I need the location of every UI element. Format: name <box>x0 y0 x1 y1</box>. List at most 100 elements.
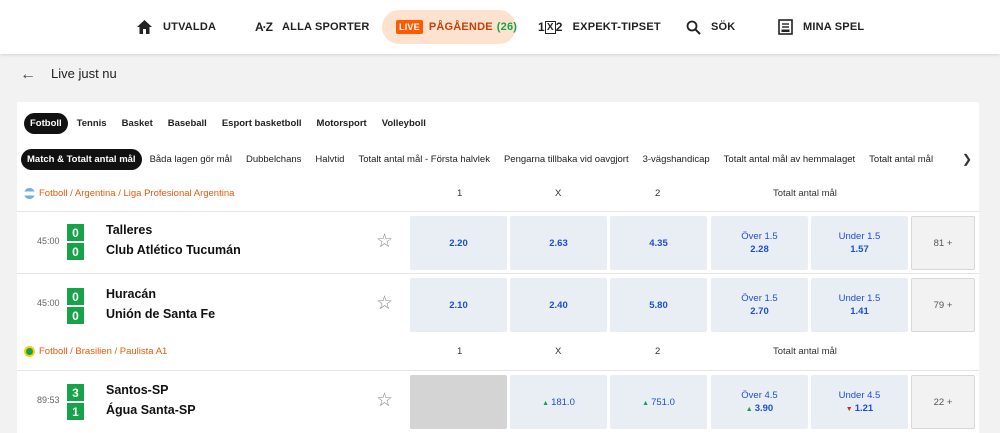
odds-over-button[interactable]: Över 1.5 2.28 <box>711 216 808 270</box>
odds-value: 2.40 <box>549 299 568 311</box>
trend-down-icon: ▼ <box>845 406 853 413</box>
sport-tabs: Fotboll Tennis Basket Baseball Esport ba… <box>24 112 435 134</box>
live-events-card: Fotboll Tennis Basket Baseball Esport ba… <box>17 102 979 433</box>
home-team[interactable]: Huracán <box>106 287 156 301</box>
odds-value: 2.63 <box>549 237 568 249</box>
market-tabs: Match & Totalt antal mål Båda lagen gör … <box>21 148 979 170</box>
betslip-icon <box>778 19 793 35</box>
away-team[interactable]: Unión de Santa Fe <box>106 307 215 321</box>
home-score: 0 <box>67 288 84 305</box>
home-team[interactable]: Talleres <box>106 223 152 237</box>
match-row[interactable]: 45:00 0 0 Huracán Unión de Santa Fe ☆ 2.… <box>17 273 979 335</box>
odds-away-button[interactable]: ▲ 751.0 <box>610 375 707 429</box>
chevron-right-icon[interactable]: ❯ <box>962 152 972 166</box>
odds-over-button[interactable]: Över 1.5 2.70 <box>711 278 808 332</box>
home-team[interactable]: Santos-SP <box>106 383 169 397</box>
nav-utvalda[interactable]: UTVALDA <box>136 10 216 44</box>
odds-value: 2.10 <box>449 299 468 311</box>
match-time: 89:53 <box>37 395 60 405</box>
argentina-flag-icon <box>24 188 35 199</box>
column-header-x: X <box>555 346 562 357</box>
column-header-x: X <box>555 188 562 199</box>
odds-value: 1.41 <box>850 306 869 317</box>
sport-tab-esport-basketboll[interactable]: Esport basketboll <box>216 113 308 134</box>
nav-mina-spel-label: MINA SPEL <box>803 21 865 33</box>
market-tab-bada-lagen[interactable]: Båda lagen gör mål <box>144 149 238 170</box>
page-title: Live just nu <box>51 66 117 81</box>
match-row[interactable]: 89:53 3 1 Santos-SP Água Santa-SP ☆ ▲ 181… <box>17 370 979 432</box>
more-markets-button[interactable]: 22 + <box>911 375 975 429</box>
market-tab-totalt-forsta-halvlek[interactable]: Totalt antal mål - Första halvlek <box>352 149 495 170</box>
market-tab-halvtid[interactable]: Halvtid <box>309 149 350 170</box>
away-team[interactable]: Água Santa-SP <box>106 403 196 417</box>
odds-home-button[interactable]: 2.10 <box>410 278 507 332</box>
odds-home-button-suspended <box>410 375 507 429</box>
more-markets-button[interactable]: 79 + <box>911 278 975 332</box>
favorite-star-icon[interactable]: ☆ <box>376 232 393 251</box>
nav-expekt-tipset-label: EXPEKT-TIPSET <box>572 21 661 33</box>
sport-tab-fotboll[interactable]: Fotboll <box>24 112 68 134</box>
odds-line: Under 1.5 <box>838 231 881 242</box>
odds-draw-button[interactable]: 2.63 <box>510 216 607 270</box>
search-icon <box>686 20 701 35</box>
market-tab-dubbelchans[interactable]: Dubbelchans <box>240 149 307 170</box>
league-header: Fotboll / Brasilien / Paulista A1 1 X 2 … <box>17 341 979 363</box>
sport-tab-basket[interactable]: Basket <box>116 113 159 134</box>
away-score: 0 <box>67 243 84 260</box>
favorite-star-icon[interactable]: ☆ <box>376 391 393 410</box>
odds-away-button[interactable]: 5.80 <box>610 278 707 332</box>
odds-under-button[interactable]: Under 1.5 1.57 <box>811 216 908 270</box>
home-score: 0 <box>67 224 84 241</box>
odds-value: 181.0 <box>551 396 575 408</box>
odds-under-button[interactable]: Under 1.5 1.41 <box>811 278 908 332</box>
odds-value: 1.57 <box>850 244 869 255</box>
odds-value: 751.0 <box>651 396 675 408</box>
market-tab-totalt-antal-mal[interactable]: Totalt antal mål <box>863 149 939 170</box>
away-team[interactable]: Club Atlético Tucumán <box>106 243 241 257</box>
nav-pagaende-count: (26) <box>496 21 518 33</box>
nav-expekt-tipset[interactable]: 1X2 EXPEKT-TIPSET <box>538 10 661 44</box>
favorite-star-icon[interactable]: ☆ <box>376 294 393 313</box>
match-row[interactable]: 45:00 0 0 Talleres Club Atlético Tucumán… <box>17 211 979 273</box>
sport-tab-tennis[interactable]: Tennis <box>71 113 113 134</box>
odds-draw-button[interactable]: ▲ 181.0 <box>510 375 607 429</box>
odds-home-button[interactable]: 2.20 <box>410 216 507 270</box>
market-tab-match-totalt[interactable]: Match & Totalt antal mål <box>21 148 142 170</box>
odds-line: Under 1.5 <box>838 293 881 304</box>
column-header-1: 1 <box>457 346 463 357</box>
trend-up-icon: ▲ <box>745 406 753 413</box>
home-icon <box>136 19 153 35</box>
market-tab-pengarna-tillbaka[interactable]: Pengarna tillbaka vid oavgjort <box>498 149 635 170</box>
nav-sok-label: SÖK <box>711 21 736 33</box>
odds-under-button[interactable]: Under 4.5 ▼ 1.21 <box>811 375 908 429</box>
odds-draw-button[interactable]: 2.40 <box>510 278 607 332</box>
live-badge: LIVE <box>396 20 423 34</box>
nav-utvalda-label: UTVALDA <box>163 21 217 33</box>
nav-alla-sporter[interactable]: A·Z ALLA SPORTER <box>255 10 370 44</box>
nav-pagaende-label: PÅGÅENDE <box>428 21 493 33</box>
sport-tab-volleyboll[interactable]: Volleyboll <box>376 113 432 134</box>
odds-line: Över 4.5 <box>741 390 778 401</box>
market-tab-3-vagshandicap[interactable]: 3-vägshandicap <box>637 149 716 170</box>
odds-value: 2.20 <box>449 237 468 249</box>
az-icon: A·Z <box>255 20 273 34</box>
league-name[interactable]: Fotboll / Brasilien / Paulista A1 <box>39 346 167 357</box>
odds-away-button[interactable]: 4.35 <box>610 216 707 270</box>
market-tab-totalt-hemmalaget[interactable]: Totalt antal mål av hemmalaget <box>718 149 861 170</box>
league-name[interactable]: Fotboll / Argentina / Liga Profesional A… <box>39 188 234 199</box>
sport-tab-baseball[interactable]: Baseball <box>162 113 213 134</box>
nav-pagaende[interactable]: LIVE PÅGÅENDE (26) <box>382 10 518 44</box>
more-markets-button[interactable]: 81 + <box>911 216 975 270</box>
back-arrow-icon[interactable]: ← <box>20 66 36 84</box>
odds-value: 2.28 <box>750 244 769 255</box>
trend-up-icon: ▲ <box>542 399 550 407</box>
nav-mina-spel[interactable]: MINA SPEL <box>778 10 864 44</box>
trend-up-icon: ▲ <box>642 399 650 407</box>
away-score: 0 <box>67 307 84 324</box>
sport-tab-motorsport[interactable]: Motorsport <box>311 113 373 134</box>
odds-over-button[interactable]: Över 4.5 ▲ 3.90 <box>711 375 808 429</box>
column-header-1: 1 <box>457 188 463 199</box>
nav-sok[interactable]: SÖK <box>686 10 735 44</box>
column-header-total: Totalt antal mål <box>773 346 837 357</box>
nav-alla-sporter-label: ALLA SPORTER <box>282 21 370 33</box>
